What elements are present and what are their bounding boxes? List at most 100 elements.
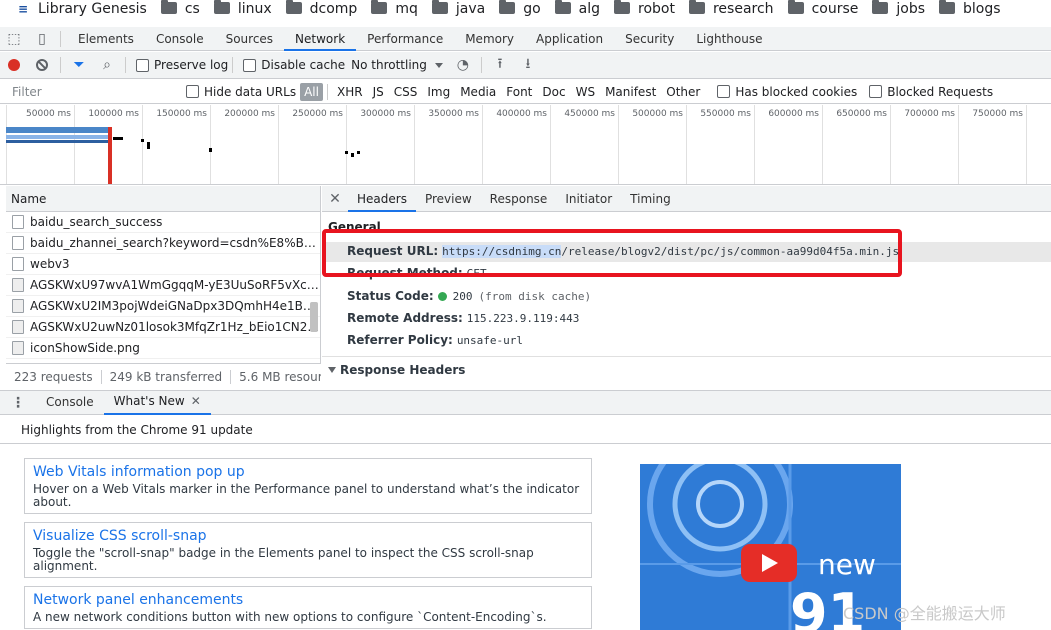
filter-type-font[interactable]: Font (501, 83, 537, 101)
whats-new-card[interactable]: Web Vitals information pop up Hover on a … (24, 458, 592, 514)
tab-application[interactable]: Application (525, 27, 614, 51)
inspect-element-icon[interactable]: ⬚ (0, 27, 28, 51)
table-row[interactable]: AGSKWxU97wvA1WmGgqqM-yE3UuSoRF5vXcVqs... (6, 275, 320, 296)
table-row[interactable]: baidu_zhannei_search?keyword=csdn%E8%BF%… (6, 233, 320, 254)
tab-console[interactable]: Console (145, 27, 215, 51)
tab-response[interactable]: Response (481, 186, 557, 212)
drawer-tab-console[interactable]: Console (36, 390, 104, 415)
has-blocked-cookies-checkbox[interactable]: Has blocked cookies (717, 85, 857, 99)
request-detail-panel: ✕ Headers Preview Response Initiator Timing … (322, 186, 1051, 389)
close-icon[interactable]: ✕ (322, 191, 348, 207)
card-title-link[interactable]: Network panel enhancements (33, 591, 583, 609)
divider (60, 30, 61, 47)
filter-type-css[interactable]: CSS (389, 83, 423, 101)
drawer-tab-what-s-new[interactable]: What's New ✕ (103, 389, 211, 415)
bookmark-java[interactable]: java (431, 0, 485, 17)
timeline-tick: 650000 ms (822, 105, 890, 184)
bookmark-linux[interactable]: linux (213, 0, 272, 17)
folder-icon (787, 0, 804, 14)
search-button[interactable]: ⌕ (93, 52, 121, 79)
bookmark-robot[interactable]: robot (614, 0, 675, 17)
more-options-icon[interactable]: ⋮ (0, 395, 36, 411)
tab-timing[interactable]: Timing (621, 186, 680, 212)
filter-type-xhr[interactable]: XHR (332, 83, 368, 101)
divider (232, 57, 234, 73)
record-icon (8, 59, 20, 71)
tab-sources[interactable]: Sources (215, 27, 284, 51)
bookmark-library-genesis[interactable]: ≡ Library Genesis (18, 0, 147, 17)
devtools-tabs: Elements Console Sources Network Performance… (67, 27, 774, 51)
tab-lighthouse[interactable]: Lighthouse (685, 27, 773, 51)
filter-type-media[interactable]: Media (455, 83, 501, 101)
network-overview[interactable]: 8750000 ms700000 ms650000 ms600000 ms550… (0, 105, 1051, 185)
hide-data-urls-checkbox[interactable]: Hide data URLs (186, 85, 296, 99)
play-icon[interactable] (741, 544, 797, 582)
filter-input[interactable]: Filter (6, 83, 174, 101)
bookmark-blogs[interactable]: blogs (939, 0, 1001, 17)
tab-headers[interactable]: Headers (348, 186, 416, 212)
table-row[interactable]: baidu_search_success (6, 212, 320, 233)
record-button[interactable] (0, 52, 28, 79)
remote-address-row: Remote Address: 115.223.9.119:443 (347, 311, 580, 325)
card-title-link[interactable]: Web Vitals information pop up (33, 463, 583, 481)
bookmark-cs[interactable]: cs (160, 0, 200, 17)
tab-preview[interactable]: Preview (416, 186, 481, 212)
waterfall-marker (209, 148, 212, 152)
timeline-tick: 350000 ms (414, 105, 482, 184)
table-row[interactable]: webv3 (6, 254, 320, 275)
export-har-button[interactable]: ⭳ (514, 52, 542, 79)
bookmark-course[interactable]: course (787, 0, 858, 17)
bookmark-mq[interactable]: mq (371, 0, 418, 17)
filter-type-manifest[interactable]: Manifest (600, 83, 661, 101)
filter-type-img[interactable]: Img (422, 83, 455, 101)
table-row[interactable]: iconShowSide.png (6, 338, 320, 359)
close-icon[interactable]: ✕ (191, 389, 201, 414)
resource-type-filters: All XHR JS CSS Img Media Font Doc WS Manifest Othe… (296, 82, 705, 101)
tab-performance[interactable]: Performance (356, 27, 454, 51)
checkbox-icon (717, 85, 731, 98)
filter-button[interactable]: ⏷ (65, 52, 93, 79)
timeline-tick: 250000 ms (278, 105, 346, 184)
chevron-down-icon (434, 62, 443, 68)
filter-type-all[interactable]: All (300, 82, 323, 101)
timeline-tick: 550000 ms (686, 105, 754, 184)
import-har-button[interactable]: ⭱ (486, 52, 514, 79)
tab-security[interactable]: Security (614, 27, 685, 51)
table-row[interactable]: AGSKWxU2IM3pojWdeiGNaDpx3DQmhH4e1BuZg... (6, 296, 320, 317)
divider (60, 57, 61, 73)
bookmark-dcomp[interactable]: dcomp (285, 0, 357, 17)
divider (480, 57, 482, 73)
tab-network[interactable]: Network (284, 27, 357, 51)
filter-type-other[interactable]: Other (661, 83, 705, 101)
clear-button[interactable] (28, 52, 56, 79)
request-list[interactable]: baidu_search_success baidu_zhannei_search… (6, 212, 320, 362)
highlights-title: Highlights from the Chrome 91 update (0, 416, 1051, 444)
filter-type-ws[interactable]: WS (571, 83, 600, 101)
card-title-link[interactable]: Visualize CSS scroll-snap (33, 527, 583, 545)
scrollbar[interactable] (310, 302, 318, 332)
device-toolbar-icon[interactable]: ▯ (28, 27, 56, 51)
whats-new-card[interactable]: Network panel enhancements A new network … (24, 586, 592, 629)
table-row[interactable]: AGSKWxU2uwNz01losok3MfqZr1Hz_bEio1CN2DN (6, 317, 320, 338)
tab-elements[interactable]: Elements (67, 27, 145, 51)
filter-type-js[interactable]: JS (368, 83, 389, 101)
whats-new-card[interactable]: Visualize CSS scroll-snap Toggle the "scr… (24, 522, 592, 578)
response-headers-section[interactable]: Response Headers (322, 356, 1051, 377)
tab-memory[interactable]: Memory (454, 27, 525, 51)
preserve-log-checkbox[interactable]: Preserve log (136, 58, 228, 72)
bookmark-alg[interactable]: alg (554, 0, 600, 17)
filter-type-doc[interactable]: Doc (537, 83, 570, 101)
disable-cache-checkbox[interactable]: Disable cache (243, 58, 345, 72)
detail-tabs: ✕ Headers Preview Response Initiator Timing (322, 186, 1051, 212)
timeline-tick: 700000 ms (890, 105, 958, 184)
bookmark-jobs[interactable]: jobs (872, 0, 925, 17)
blocked-requests-checkbox[interactable]: Blocked Requests (869, 85, 993, 99)
throttling-select[interactable]: No throttling (351, 58, 443, 72)
network-conditions-button[interactable]: ◔ (449, 52, 477, 79)
document-file-icon (12, 236, 24, 250)
tab-initiator[interactable]: Initiator (556, 186, 621, 212)
name-column-header[interactable]: Name (6, 186, 320, 212)
bookmark-go[interactable]: go (499, 0, 541, 17)
bookmark-research[interactable]: research (688, 0, 774, 17)
timeline-tick: 150000 ms (142, 105, 210, 184)
